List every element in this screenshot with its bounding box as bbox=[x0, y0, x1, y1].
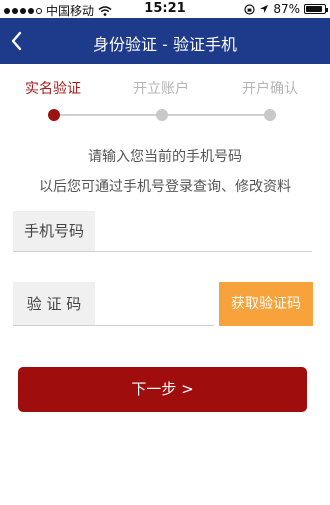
step-connector bbox=[60, 114, 160, 116]
battery-fill bbox=[306, 6, 322, 12]
phone-input[interactable] bbox=[100, 211, 312, 251]
next-button[interactable]: 下一步 > bbox=[18, 367, 307, 412]
hint-line-2: 以后您可通过手机号登录查询、修改资料 bbox=[39, 179, 291, 195]
step-label-open-account: 开立账户 bbox=[133, 81, 189, 97]
step-indicator: 实名验证 开立账户 开户确认 bbox=[0, 72, 330, 127]
step-dot-confirm bbox=[264, 109, 276, 121]
step-label-confirm: 开户确认 bbox=[242, 81, 298, 97]
status-bar: 中国移动 15:21 87% bbox=[0, 0, 330, 18]
status-right: 87% bbox=[244, 2, 328, 16]
battery-icon bbox=[304, 4, 328, 14]
step-dot-verify bbox=[48, 109, 60, 121]
code-label: 验 证 码 bbox=[13, 282, 95, 326]
orientation-lock-icon bbox=[244, 3, 255, 15]
phone-underline bbox=[13, 251, 312, 252]
code-input[interactable] bbox=[100, 282, 214, 326]
step-dot-open-account bbox=[156, 109, 168, 121]
phone-label: 手机号码 bbox=[13, 211, 95, 251]
step-connector bbox=[168, 114, 268, 116]
hint-line-1: 请输入您当前的手机号码 bbox=[88, 149, 242, 165]
get-code-button[interactable]: 获取验证码 bbox=[219, 282, 313, 326]
page-title: 身份验证 - 验证手机 bbox=[93, 35, 237, 54]
nav-bar: 身份验证 - 验证手机 bbox=[0, 18, 330, 64]
location-arrow-icon bbox=[260, 5, 269, 13]
battery-percent: 87% bbox=[273, 2, 300, 16]
step-label-verify: 实名验证 bbox=[25, 81, 81, 97]
code-underline bbox=[13, 325, 214, 326]
battery-tip bbox=[326, 8, 328, 12]
